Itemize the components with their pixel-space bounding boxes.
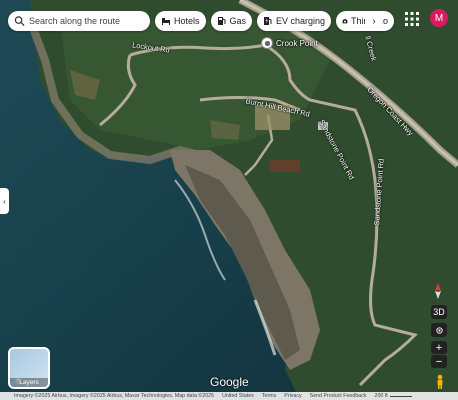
terms-link[interactable]: Terms <box>262 393 276 399</box>
camera-icon <box>342 19 348 24</box>
zoom-in-button[interactable]: + <box>431 341 447 354</box>
my-location-button[interactable] <box>431 323 447 337</box>
bed-icon <box>162 18 170 25</box>
apps-grid-icon[interactable] <box>404 11 420 27</box>
chevron-left-icon: ‹ <box>3 196 6 206</box>
chip-label: EV charging <box>276 16 326 26</box>
search-icon <box>14 16 25 27</box>
layers-label: Layers <box>10 378 48 387</box>
scale-line <box>389 393 412 397</box>
chip-hotels[interactable]: Hotels <box>155 11 206 31</box>
scale-label: 200 ft <box>374 393 388 399</box>
search-input[interactable] <box>29 16 144 26</box>
my-location-icon <box>435 326 443 334</box>
scale-bar[interactable]: 200 ft <box>375 393 412 399</box>
privacy-link[interactable]: Privacy <box>284 393 301 399</box>
tilt-3d-button[interactable]: 3D <box>431 305 447 319</box>
map-footer: Imagery ©2025 Airbus, Imagery ©2025 Airb… <box>0 392 458 400</box>
search-box[interactable] <box>8 11 150 31</box>
ev-charging-icon <box>264 17 272 25</box>
chip-gas[interactable]: Gas <box>210 11 253 31</box>
chevron-right-icon: › <box>372 15 376 27</box>
layers-button[interactable]: Layers <box>8 347 50 389</box>
street-view-pegman-icon[interactable] <box>434 374 446 390</box>
poi-label-crook-point[interactable]: Crook Point <box>276 39 318 48</box>
google-logo: Google <box>210 375 249 389</box>
chip-label: Hotels <box>174 16 200 26</box>
place-pin-icon <box>264 40 270 46</box>
collapse-side-panel-button[interactable]: ‹ <box>0 188 9 214</box>
feedback-link[interactable]: Send Product Feedback <box>310 393 367 399</box>
compass-icon[interactable] <box>430 282 446 300</box>
account-avatar[interactable]: M <box>430 9 448 27</box>
gas-pump-icon <box>217 17 226 25</box>
chip-ev-charging[interactable]: EV charging <box>257 11 332 31</box>
chip-label: Gas <box>229 16 247 26</box>
zoom-out-button[interactable]: − <box>431 355 447 368</box>
country-label: United States <box>222 393 254 399</box>
crook-point-marker[interactable] <box>261 37 273 49</box>
satellite-map[interactable] <box>0 0 458 400</box>
imagery-attribution: Imagery ©2025 Airbus, Imagery ©2025 Airb… <box>14 393 215 399</box>
